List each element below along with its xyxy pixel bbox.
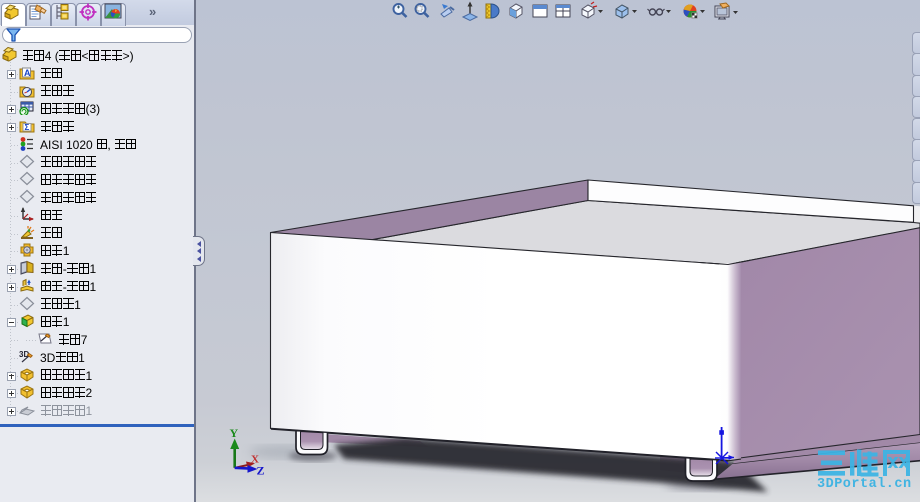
svg-text:Z: Z bbox=[257, 464, 265, 478]
svg-text:A: A bbox=[24, 68, 31, 78]
svg-text:Y: Y bbox=[230, 426, 239, 440]
svg-text:Σ: Σ bbox=[25, 123, 30, 132]
